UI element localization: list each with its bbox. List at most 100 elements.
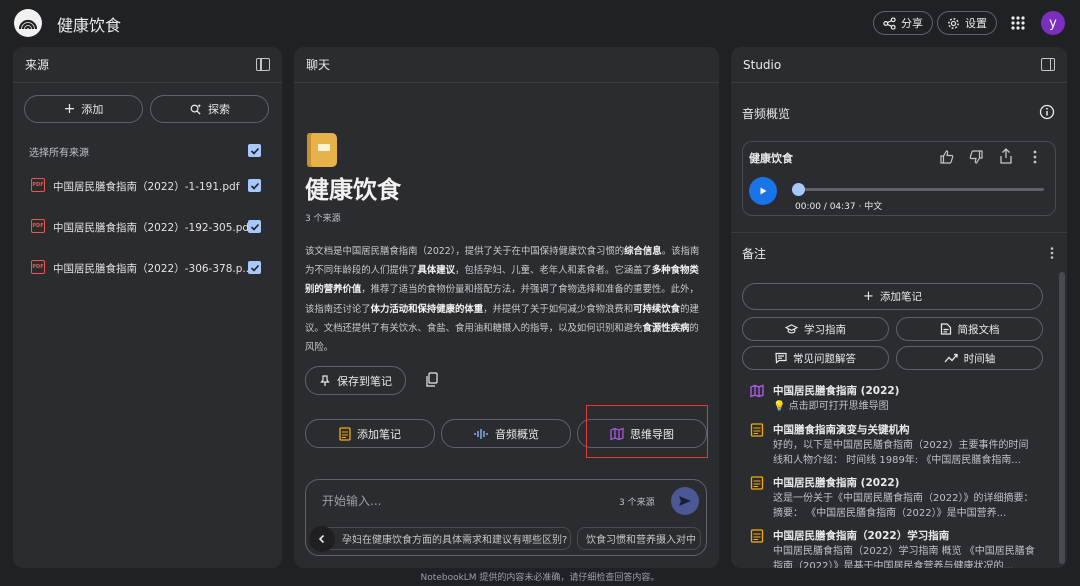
study-guide-button[interactable]: 学习指南 [742,317,889,341]
apps-grid-button[interactable] [1009,14,1027,32]
info-button[interactable] [1039,104,1055,120]
briefing-doc-button[interactable]: 简报文档 [896,317,1043,341]
share-button[interactable]: 分享 [873,11,933,35]
source-checkbox[interactable] [248,179,261,192]
audio-overview-label: 音频概览 [495,427,539,441]
suggestion-chip[interactable]: 饮食习惯和营养摄入对中 [577,527,701,550]
audio-title: 健康饮食 [749,152,793,165]
divider [731,232,1067,233]
summary-text: ，并提供了关于如何减少食物浪费和 [483,303,634,315]
more-options-button[interactable] [1032,149,1038,165]
search-sparkle-icon [190,103,202,115]
thumbs-down-button[interactable] [968,149,984,165]
suggestion-label: 饮食习惯和营养摄入对中 [586,535,696,546]
note-title: 中国居民膳食指南 (2022) [773,385,900,397]
more-vert-icon [1050,247,1054,259]
pin-icon [320,374,330,386]
suggestion-chip[interactable]: 孕妇在健康饮食方面的具体需求和建议有哪些区别? [317,527,571,550]
map-icon [750,384,764,398]
document-icon [940,323,951,335]
chat-input-placeholder[interactable]: 开始输入... [322,492,381,509]
source-checkbox[interactable] [248,220,261,233]
check-icon [250,182,259,190]
note-title: 中国居民膳食指南 (2022) [773,477,900,489]
thumbs-up-icon [940,150,954,164]
source-item-label[interactable]: 中国居民膳食指南（2022）-1-191.pdf [53,179,239,194]
add-source-button[interactable]: + 添加 [24,95,143,123]
play-button[interactable] [749,177,777,205]
study-guide-label: 学习指南 [804,323,846,336]
share-upload-icon [1000,148,1012,164]
note-title: 中国居民膳食指南（2022）学习指南 [773,530,950,542]
send-icon [679,496,691,506]
chat-notebook-title: 健康饮食 [305,176,401,204]
audio-overview-button[interactable]: 音频概览 [441,419,571,448]
notebooklm-logo[interactable] [14,9,42,37]
notes-section-title: 备注 [742,247,767,261]
source-item-label[interactable]: 中国居民膳食指南（2022）-192-305.pdf [53,220,253,235]
add-note-studio-label: 添加笔记 [879,291,922,303]
add-source-label: 添加 [81,103,104,116]
note-body: 中国居民膳食指南（2022）学习指南 概览 《中国居民膳食指南（2022）》是基… [773,546,1035,568]
summary-highlight: 可持续饮食 [633,303,681,315]
select-all-checkbox[interactable] [248,144,261,157]
graduation-cap-icon [785,324,798,334]
note-item[interactable]: 中国膳食指南演变与关键机构 好的，以下是中国居民膳食指南（2022）主要事件的时… [750,422,1040,467]
check-icon [250,264,259,272]
summary-highlight: 具体建议 [417,265,456,277]
audio-section-title: 音频概览 [742,107,791,121]
copy-button[interactable] [425,372,439,388]
note-icon [750,529,764,543]
add-note-studio-button[interactable]: + 添加笔记 [742,283,1043,310]
check-icon [250,223,259,231]
share-label: 分享 [901,17,923,30]
sources-panel-title: 来源 [25,58,50,72]
faq-button[interactable]: 常见问题解答 [742,346,889,370]
source-item-label[interactable]: 中国居民膳食指南（2022）-306-378.p... [53,261,252,276]
audio-progress-knob[interactable] [792,183,805,196]
notes-scrollbar[interactable] [1059,272,1065,564]
sources-panel-header: 来源 [13,47,282,83]
plus-icon: + [63,101,76,117]
summary-highlight: 综合信息 [624,246,662,257]
explore-button[interactable]: 探索 [150,95,269,123]
audio-share-button[interactable] [999,148,1013,165]
collapse-panel-icon[interactable] [1041,58,1055,71]
add-note-button[interactable]: 添加笔记 [305,419,435,448]
summary-text: 该文档是中国居民膳食指南（2022），提供了关于在中国保持健康饮食习惯的 [305,246,625,257]
source-checkbox[interactable] [248,261,261,274]
select-all-label: 选择所有来源 [29,148,89,159]
more-vert-icon [1033,150,1037,164]
timeline-button[interactable]: 时间轴 [896,346,1043,370]
user-avatar[interactable]: y [1041,11,1065,35]
note-icon [750,423,764,437]
note-item[interactable]: 中国居民膳食指南 (2022) 这是一份关于《中国居民膳食指南（2022）》的详… [750,475,1040,520]
notes-more-button[interactable] [1049,246,1055,260]
collapse-panel-icon[interactable] [256,58,270,71]
settings-label: 设置 [965,17,987,30]
plus-icon: + [863,289,874,304]
notebook-icon [307,133,337,167]
save-to-note-button[interactable]: 保存到笔记 [305,366,406,395]
studio-panel-title: Studio [743,57,782,72]
note-item[interactable]: 中国居民膳食指南（2022）学习指南 中国居民膳食指南（2022）学习指南 概览… [750,528,1040,568]
chat-panel-header: 聊天 [294,47,719,83]
suggestions-prev-button[interactable] [309,526,335,552]
notebook-title[interactable]: 健康饮食 [57,12,121,36]
highlight-box [586,405,708,458]
save-to-note-label: 保存到笔记 [337,374,392,388]
note-title: 中国膳食指南演变与关键机构 [773,424,910,436]
settings-button[interactable]: 设置 [937,11,997,35]
audio-wave-icon [474,428,488,439]
note-body: 💡 点击即可打开思维导图 [773,401,889,412]
summary-highlight: 体力活动和保持健康的体重 [370,303,484,315]
briefing-doc-label: 简报文档 [957,323,1000,336]
thumbs-up-button[interactable] [939,149,955,165]
send-button[interactable] [671,487,699,515]
audio-time: 00:00 / 04:37 · 中文 [795,202,883,212]
note-body: 这是一份关于《中国居民膳食指南（2022）》的详细摘要： 摘要： 《中国居民膳食… [773,493,1034,519]
note-item[interactable]: 中国居民膳食指南 (2022) 💡 点击即可打开思维导图 [750,383,1040,413]
input-source-count: 3 个来源 [619,498,655,508]
gear-icon [948,17,959,29]
audio-progress-track[interactable] [797,188,1044,191]
